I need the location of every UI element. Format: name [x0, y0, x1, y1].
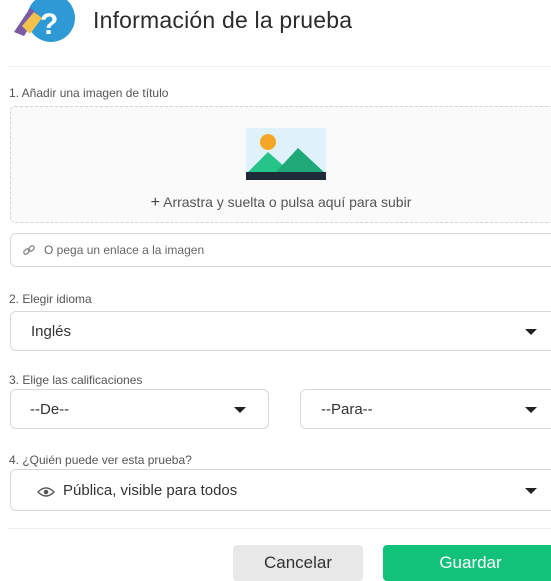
image-dropzone[interactable]: + Arrastra y suelta o pulsa aquí para su…	[10, 106, 551, 223]
grades-label: 3. Elige las calificaciones	[9, 373, 143, 387]
dropzone-text: + Arrastra y suelta o pulsa aquí para su…	[11, 194, 551, 212]
caret-down-icon	[234, 407, 246, 413]
visibility-selected: Pública, visible para todos	[63, 482, 238, 499]
dropzone-instruction: Arrastra y suelta o pulsa aquí para subi…	[163, 194, 412, 210]
svg-text:?: ?	[40, 8, 58, 41]
grade-from-selected: --De--	[30, 401, 70, 418]
visibility-select[interactable]: Pública, visible para todos	[10, 469, 551, 511]
caret-down-icon	[525, 329, 537, 335]
grade-from-select[interactable]: --De--	[10, 389, 269, 429]
caret-down-icon	[525, 488, 537, 494]
save-button[interactable]: Guardar	[383, 545, 551, 581]
caret-down-icon	[525, 407, 537, 413]
dialog-title: Información de la prueba	[93, 7, 353, 33]
grade-to-selected: --Para--	[321, 401, 373, 418]
language-label: 2. Elegir idioma	[9, 292, 92, 306]
eye-icon	[37, 487, 55, 497]
link-icon	[23, 245, 35, 255]
grade-to-select[interactable]: --Para--	[300, 389, 551, 429]
image-link-placeholder: O pega un enlace a la imagen	[44, 243, 205, 257]
quiz-logo-icon: ?	[14, 0, 75, 42]
plus-icon: +	[150, 194, 160, 211]
footer-divider	[8, 528, 551, 529]
image-placeholder-icon	[246, 128, 326, 180]
dialog-header: ? Información de la prueba	[0, 0, 551, 66]
title-image-label: 1. Añadir una imagen de título	[9, 86, 169, 100]
image-link-input[interactable]: O pega un enlace a la imagen	[10, 233, 551, 267]
cancel-button[interactable]: Cancelar	[233, 545, 363, 581]
language-selected: Inglés	[31, 323, 72, 340]
header-divider	[8, 66, 551, 67]
language-select[interactable]: Inglés	[10, 311, 551, 351]
visibility-label: 4. ¿Quién puede ver esta prueba?	[9, 453, 192, 467]
